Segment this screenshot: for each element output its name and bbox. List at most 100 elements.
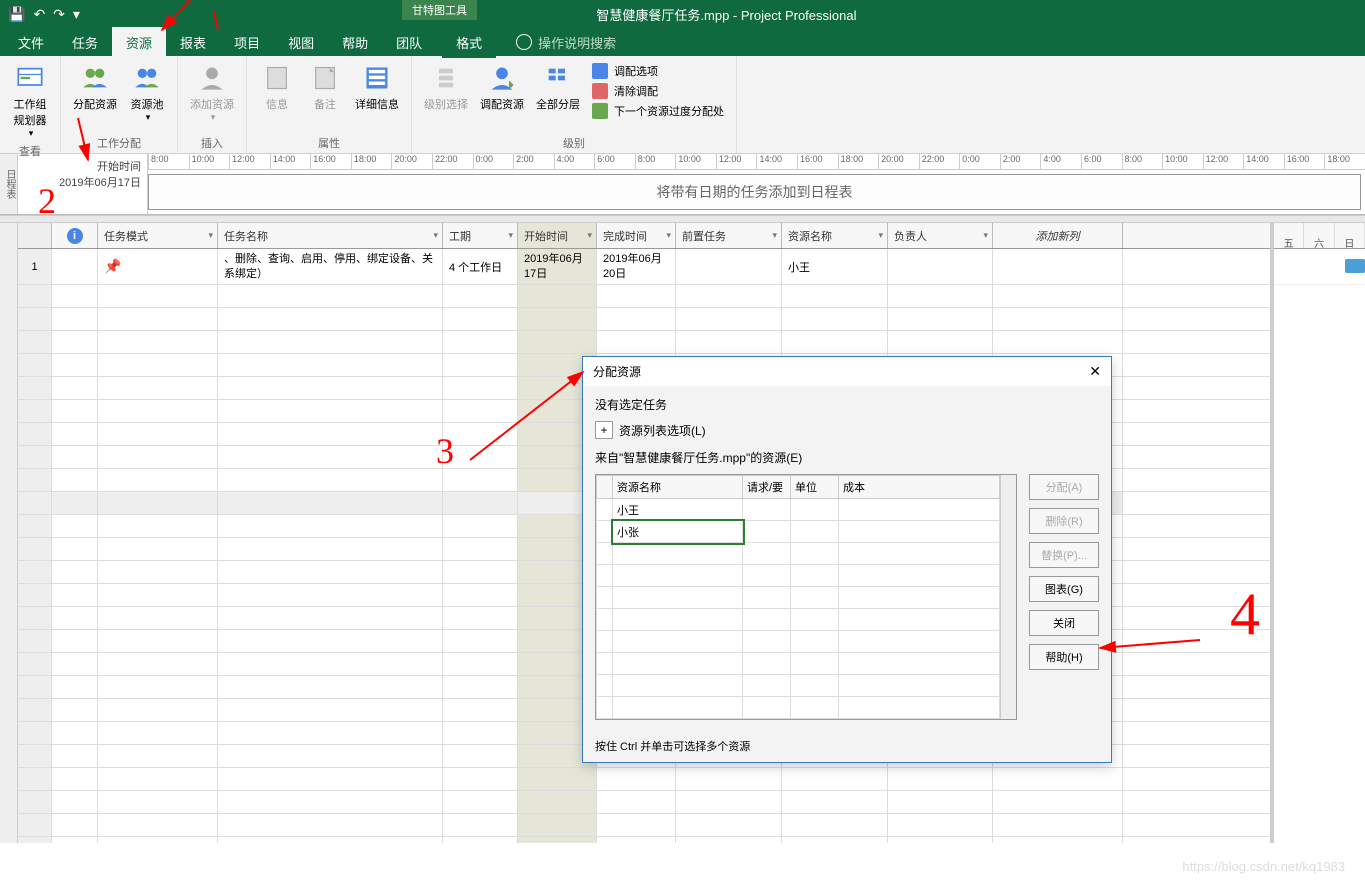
undo-icon[interactable]: ↶ <box>33 6 45 23</box>
col-index[interactable] <box>18 223 52 248</box>
col-start[interactable]: 开始时间 <box>518 223 597 248</box>
pin-icon: 📌 <box>104 258 121 275</box>
timeline-hint: 将带有日期的任务添加到日程表 <box>148 174 1361 210</box>
level-selection-button: 级别选择 <box>418 60 474 114</box>
save-icon[interactable]: 💾 <box>8 6 25 23</box>
group-view: 工作组 规划器 查看 <box>0 56 61 153</box>
tab-help[interactable]: 帮助 <box>328 27 382 58</box>
resource-pool-button[interactable]: 资源池 <box>123 60 171 125</box>
level-resource-button[interactable]: 调配资源 <box>474 60 530 114</box>
gantt-chart[interactable]: 五 六 日 <box>1270 223 1365 843</box>
col-mode[interactable]: 任务模式 <box>98 223 218 248</box>
col-owner[interactable]: 负责人 <box>888 223 993 248</box>
group-properties: 信息 备注 详细信息 属性 <box>247 56 412 153</box>
annotation-2: 2 <box>38 180 56 222</box>
resource-row[interactable] <box>597 543 1000 565</box>
assign-button: 分配(A) <box>1029 474 1099 500</box>
col-predecessors[interactable]: 前置任务 <box>676 223 782 248</box>
gantt-header: 五 六 日 <box>1274 223 1365 249</box>
options-label: 资源列表选项(L) <box>619 422 706 439</box>
delete-button: 删除(R) <box>1029 508 1099 534</box>
gantt-bar[interactable] <box>1345 259 1365 273</box>
timeline: 日程表 开始时间 2019年06月17日 8:0010:0012:0014:00… <box>0 154 1365 215</box>
col-end[interactable]: 完成时间 <box>597 223 676 248</box>
tab-project[interactable]: 项目 <box>220 27 274 58</box>
clear-leveling-button[interactable]: 清除调配 <box>590 82 726 100</box>
assign-resources-button[interactable]: 分配资源 <box>67 60 123 114</box>
resource-row[interactable]: 小张 <box>597 521 1000 543</box>
group-level: 级别选择 调配资源 全部分层 调配选项 清除调配 下一个资源过度分配处 级别 <box>412 56 737 153</box>
no-task-label: 没有选定任务 <box>595 396 1099 413</box>
tab-file[interactable]: 文件 <box>4 27 58 58</box>
th-cost[interactable]: 成本 <box>839 476 1000 499</box>
table-row[interactable] <box>18 308 1270 331</box>
resource-row[interactable] <box>597 653 1000 675</box>
splitter[interactable] <box>0 215 1365 223</box>
col-duration[interactable]: 工期 <box>443 223 518 248</box>
col-info[interactable]: i <box>52 223 98 248</box>
table-row[interactable] <box>18 768 1270 791</box>
options-icon <box>592 63 608 79</box>
tab-resource[interactable]: 资源 <box>112 27 166 58</box>
table-row[interactable] <box>18 837 1270 843</box>
add-resource-button: 添加资源 <box>184 60 240 125</box>
table-row[interactable] <box>18 285 1270 308</box>
next-overallocation-button[interactable]: 下一个资源过度分配处 <box>590 102 726 120</box>
tab-report[interactable]: 报表 <box>166 27 220 58</box>
group-insert: 添加资源 插入 <box>178 56 247 153</box>
next-icon <box>592 103 608 119</box>
tab-task[interactable]: 任务 <box>58 27 112 58</box>
title-bar: 💾 ↶ ↷ ▾ 智慧健康餐厅任务.mpp - Project Professio… <box>0 0 1365 28</box>
notes-button: 备注 <box>301 60 349 114</box>
chart-button[interactable]: 图表(G) <box>1029 576 1099 602</box>
qat-dropdown-icon[interactable]: ▾ <box>73 6 80 23</box>
group-assignment: 分配资源 资源池 工作分配 <box>61 56 178 153</box>
watermark: https://blog.csdn.net/kq1983 <box>1182 859 1345 874</box>
resource-row[interactable] <box>597 675 1000 697</box>
help-button[interactable]: 帮助(H) <box>1029 644 1099 670</box>
resource-row[interactable] <box>597 587 1000 609</box>
window-title: 智慧健康餐厅任务.mpp - Project Professional <box>88 5 1365 24</box>
grid-side <box>0 223 18 843</box>
resource-row[interactable] <box>597 609 1000 631</box>
from-label: 来自"智慧健康餐厅任务.mpp"的资源(E) <box>595 449 1099 466</box>
leveling-options-button[interactable]: 调配选项 <box>590 62 726 80</box>
annotation-4: 4 <box>1230 580 1260 649</box>
resource-row[interactable] <box>597 631 1000 653</box>
table-row[interactable] <box>18 814 1270 837</box>
details-button[interactable]: 详细信息 <box>349 60 405 114</box>
team-planner-button[interactable]: 工作组 规划器 <box>6 60 54 141</box>
col-resources[interactable]: 资源名称 <box>782 223 888 248</box>
th-req[interactable]: 请求/要 <box>743 476 791 499</box>
resource-row[interactable] <box>597 565 1000 587</box>
bulb-icon <box>516 34 532 50</box>
col-name[interactable]: 任务名称 <box>218 223 443 248</box>
redo-icon[interactable]: ↷ <box>53 6 65 23</box>
timeline-side-label: 日程表 <box>0 154 18 214</box>
timeline-body[interactable]: 8:0010:0012:0014:0016:0018:0020:0022:000… <box>148 154 1365 214</box>
th-unit[interactable]: 单位 <box>791 476 839 499</box>
gantt-row <box>1274 249 1365 285</box>
ribbon: 工作组 规划器 查看 分配资源 资源池 工作分配 添加资源 插入 <box>0 56 1365 154</box>
tab-team[interactable]: 团队 <box>382 27 436 58</box>
resource-table[interactable]: 资源名称 请求/要 单位 成本 小王 小张 <box>595 474 1017 720</box>
tell-me[interactable]: 操作说明搜索 <box>516 33 616 52</box>
col-add-new[interactable]: 添加新列 <box>993 223 1123 248</box>
level-all-button[interactable]: 全部分层 <box>530 60 586 114</box>
table-row[interactable] <box>18 791 1270 814</box>
close-icon[interactable]: ✕ <box>1089 363 1101 380</box>
table-row[interactable] <box>18 331 1270 354</box>
tell-me-text: 操作说明搜索 <box>538 33 616 52</box>
tab-format[interactable]: 格式 <box>442 27 496 58</box>
dialog-title: 分配资源 <box>593 363 641 380</box>
contextual-tab-label: 甘特图工具 <box>402 0 477 20</box>
expand-button[interactable]: + <box>595 421 613 439</box>
th-name[interactable]: 资源名称 <box>613 476 743 499</box>
tab-view[interactable]: 视图 <box>274 27 328 58</box>
scrollbar[interactable] <box>1000 475 1016 719</box>
close-button[interactable]: 关闭 <box>1029 610 1099 636</box>
resource-row[interactable]: 小王 <box>597 499 1000 521</box>
table-row[interactable]: 1 📌 、删除、查询、启用、停用、绑定设备、关系绑定） 4 个工作日 2019年… <box>18 249 1270 285</box>
resource-row[interactable] <box>597 697 1000 719</box>
grid-header: i 任务模式 任务名称 工期 开始时间 完成时间 前置任务 资源名称 负责人 添… <box>18 223 1270 249</box>
